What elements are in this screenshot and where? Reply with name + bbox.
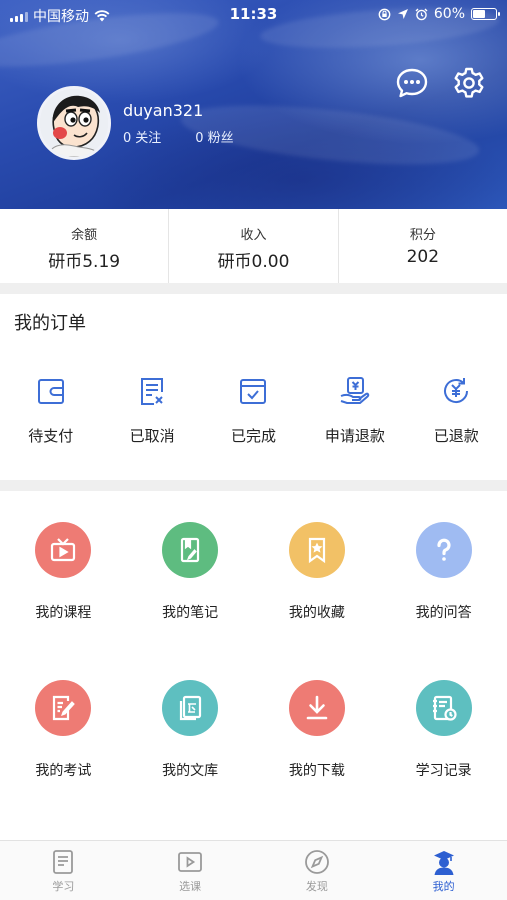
following-label: 关注 — [135, 131, 162, 146]
stat-value: 研币0.00 — [217, 252, 290, 272]
function-grid: 我的课程 我的笔记 我的收藏 我的问答 我的考试 我的文库 我的下载 学习记录 — [0, 491, 507, 840]
function-icon-circle — [162, 522, 219, 578]
avatar-cartoon-image — [40, 89, 108, 157]
message-icon[interactable] — [395, 66, 429, 100]
stat-label: 积分 — [409, 228, 436, 243]
refund-request-icon — [340, 377, 370, 404]
order-label: 已取消 — [129, 427, 175, 445]
question-icon — [437, 538, 451, 561]
function-icon-circle — [288, 522, 345, 578]
battery-icon — [471, 8, 500, 20]
order-label: 已完成 — [230, 427, 276, 445]
bookmark-star-icon — [308, 537, 325, 564]
tab-course-select[interactable]: 选课 — [127, 841, 254, 900]
study-record-icon — [432, 695, 457, 721]
function-icon-circle — [415, 522, 472, 578]
function-icon-circle — [288, 680, 345, 736]
tab-label: 我的 — [432, 880, 455, 893]
my-downloads-item[interactable]: 我的下载 — [254, 680, 381, 780]
tab-label: 选课 — [179, 880, 202, 893]
my-library-item[interactable]: 我的文库 — [127, 680, 254, 780]
tab-study[interactable]: 学习 — [0, 841, 127, 900]
my-qa-item[interactable]: 我的问答 — [380, 522, 507, 622]
order-completed[interactable]: 已完成 — [203, 374, 304, 446]
order-refund-request[interactable]: 申请退款 — [304, 374, 405, 446]
function-label: 我的课程 — [35, 605, 92, 621]
stat-label: 收入 — [240, 228, 267, 243]
course-select-tab-icon — [178, 852, 203, 872]
function-label: 学习记录 — [415, 763, 472, 779]
calendar-check-icon — [240, 379, 267, 404]
followers-count: 0 — [195, 131, 204, 146]
function-label: 我的笔记 — [162, 605, 219, 621]
gear-icon[interactable] — [452, 66, 486, 100]
my-notes-item[interactable]: 我的笔记 — [127, 522, 254, 622]
video-icon — [51, 538, 76, 562]
location-arrow-icon — [397, 9, 408, 19]
wallet-icon — [37, 379, 64, 404]
order-refunded[interactable]: 已退款 — [406, 374, 507, 446]
function-icon-circle — [35, 680, 92, 736]
study-tab-icon — [53, 850, 74, 874]
function-icon-circle — [35, 522, 92, 578]
discover-tab-icon — [304, 850, 329, 874]
refunded-icon — [444, 378, 469, 404]
notebook-icon — [181, 537, 200, 563]
rotation-lock-icon — [378, 8, 391, 20]
my-courses-item[interactable]: 我的课程 — [0, 522, 127, 622]
order-status-row: 待支付 已取消 已完成 申请退款 已退款 — [0, 374, 507, 446]
order-label: 申请退款 — [324, 427, 385, 445]
function-label: 我的收藏 — [288, 605, 345, 621]
income-stat[interactable]: 收入 研币0.00 — [168, 209, 337, 283]
tab-label: 学习 — [52, 880, 75, 893]
follow-stats: 0 关注 0 粉丝 — [123, 127, 234, 146]
section-divider — [0, 480, 507, 491]
exam-icon — [53, 695, 76, 721]
username: duyan321 — [123, 101, 204, 120]
function-row: 我的考试 我的文库 我的下载 学习记录 — [0, 680, 507, 780]
order-label: 待支付 — [28, 427, 74, 445]
battery-level — [473, 10, 485, 18]
download-icon — [306, 695, 328, 720]
tab-profile[interactable]: 我的 — [380, 841, 507, 900]
library-icon — [180, 695, 202, 721]
followers-stat[interactable]: 0 粉丝 — [195, 127, 233, 146]
tab-label: 发现 — [305, 880, 328, 893]
alarm-icon — [415, 8, 428, 20]
bottom-tab-bar: 学习 选课 发现 我的 — [0, 840, 507, 900]
my-exams-item[interactable]: 我的考试 — [0, 680, 127, 780]
function-label: 我的下载 — [288, 763, 345, 779]
function-row: 我的课程 我的笔记 我的收藏 我的问答 — [0, 522, 507, 622]
points-stat[interactable]: 积分 202 — [337, 209, 507, 283]
study-record-item[interactable]: 学习记录 — [380, 680, 507, 780]
orders-section: 我的订单 待支付 已取消 已完成 申请退款 已退款 — [0, 294, 507, 480]
balance-stat[interactable]: 余额 研币5.19 — [0, 209, 168, 283]
following-stat[interactable]: 0 关注 — [123, 127, 161, 146]
order-cancelled[interactable]: 已取消 — [101, 374, 202, 446]
followers-label: 粉丝 — [207, 131, 234, 146]
profile-tab-icon — [433, 851, 454, 875]
function-icon-circle — [415, 680, 472, 736]
battery-percent: 60% — [433, 6, 465, 22]
profile-header: 中国移动 11:33 60% duyan321 0 关注 0 粉丝 — [0, 0, 507, 209]
order-label: 已退款 — [433, 427, 479, 445]
stat-label: 余额 — [71, 228, 98, 243]
order-pending-payment[interactable]: 待支付 — [0, 374, 101, 446]
avatar[interactable] — [37, 86, 111, 160]
orders-title[interactable]: 我的订单 — [14, 309, 86, 335]
function-label: 我的文库 — [162, 763, 219, 779]
stat-value: 202 — [406, 247, 440, 267]
following-count: 0 — [123, 131, 132, 146]
function-icon-circle — [162, 680, 219, 736]
function-label: 我的考试 — [35, 763, 92, 779]
tab-discover[interactable]: 发现 — [254, 841, 381, 900]
function-label: 我的问答 — [415, 605, 472, 621]
status-bar: 中国移动 11:33 60% — [0, 0, 507, 28]
account-stats: 余额 研币5.19 收入 研币0.00 积分 202 — [0, 209, 507, 283]
section-divider — [0, 283, 507, 294]
my-favorites-item[interactable]: 我的收藏 — [254, 522, 381, 622]
stat-value: 研币5.19 — [48, 252, 121, 272]
cancelled-list-icon — [141, 378, 164, 405]
